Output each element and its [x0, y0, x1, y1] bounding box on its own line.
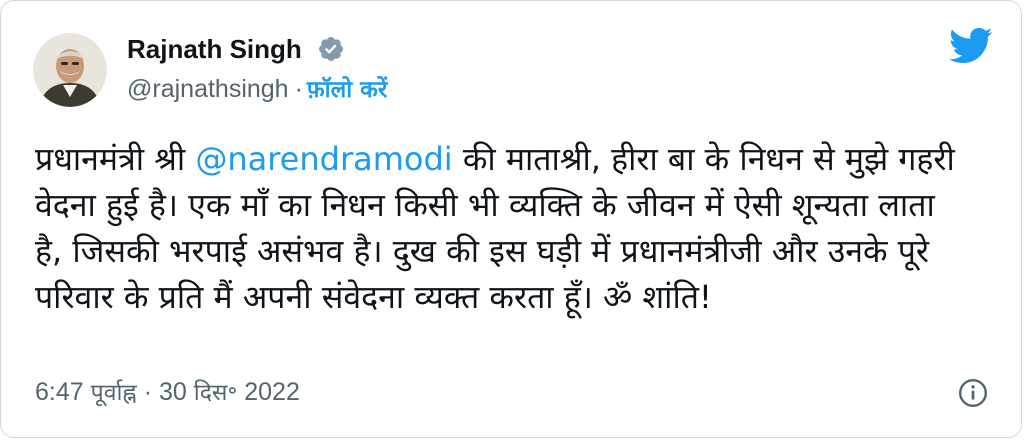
info-icon[interactable] [957, 377, 989, 409]
timestamp-month: दिस॰ [193, 380, 238, 406]
avatar[interactable] [33, 33, 107, 107]
timestamp-time: 6:47 [35, 378, 84, 406]
timestamp-period: पूर्वाह्न [90, 380, 137, 406]
verified-badge-icon [319, 37, 343, 61]
author-handle[interactable]: @rajnathsingh [127, 75, 289, 103]
author-name[interactable]: Rajnath Singh [127, 33, 302, 65]
timestamp-separator: · [143, 378, 153, 406]
mention-link[interactable]: @narendramodi [195, 140, 452, 178]
author-meta: @rajnathsingh · फ़ॉलो करें [127, 74, 387, 105]
twitter-bird-icon[interactable] [949, 27, 993, 65]
timestamp-year: 2022 [244, 378, 300, 406]
follow-button[interactable]: फ़ॉलो करें [307, 77, 387, 103]
tweet-text: प्रधानमंत्री श्री @narendramodi की माताश… [35, 136, 965, 320]
tweet-card: Rajnath Singh @rajnathsingh · फ़ॉलो करें प… [0, 0, 1022, 438]
tweet-text-before-mention: प्रधानमंत्री श्री [35, 140, 196, 178]
meta-separator: · [294, 75, 303, 103]
avatar-photo [33, 33, 107, 107]
timestamp-day: 30 [158, 378, 187, 406]
tweet-timestamp[interactable]: 6:47 पूर्वाह्न · 30 दिस॰ 2022 [35, 377, 300, 408]
